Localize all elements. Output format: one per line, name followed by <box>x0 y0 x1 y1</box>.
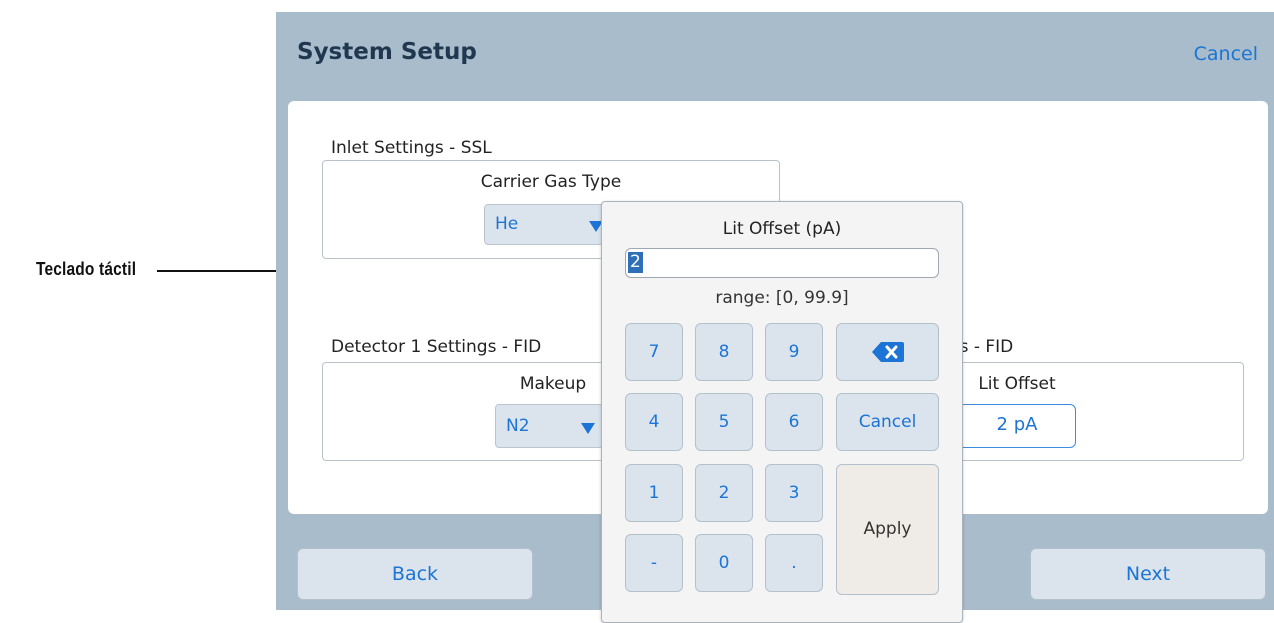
backspace-key[interactable] <box>836 323 939 381</box>
key-8[interactable]: 8 <box>695 323 753 381</box>
key-4[interactable]: 4 <box>625 393 683 451</box>
lit-offset-field[interactable]: 2 pA <box>958 404 1076 448</box>
key-9[interactable]: 9 <box>765 323 823 381</box>
carrier-gas-dropdown[interactable]: He <box>484 204 613 245</box>
makeup-dropdown[interactable]: N2 <box>495 404 605 448</box>
keypad-input-value: 2 <box>628 252 643 273</box>
keypad-cancel-button[interactable]: Cancel <box>836 393 939 451</box>
key-6[interactable]: 6 <box>765 393 823 451</box>
keypad-input[interactable]: 2 <box>625 248 939 278</box>
carrier-gas-label: Carrier Gas Type <box>480 172 622 192</box>
backspace-icon <box>872 342 904 362</box>
key-3[interactable]: 3 <box>765 464 823 522</box>
page-title: System Setup <box>297 39 477 65</box>
key-1[interactable]: 1 <box>625 464 683 522</box>
chevron-down-icon <box>581 423 595 434</box>
apply-button[interactable]: Apply <box>836 464 939 595</box>
keypad-range: range: [0, 99.9] <box>715 288 849 308</box>
carrier-gas-value: He <box>495 214 519 234</box>
key-minus[interactable]: - <box>625 534 683 592</box>
key-2[interactable]: 2 <box>695 464 753 522</box>
makeup-value: N2 <box>506 416 530 436</box>
key-7[interactable]: 7 <box>625 323 683 381</box>
touch-keypad: Lit Offset (pA) 2 range: [0, 99.9] 7 8 9… <box>601 201 963 623</box>
makeup-label: Makeup <box>519 374 587 394</box>
inlet-section-title: Inlet Settings - SSL <box>331 138 492 158</box>
detector1-section-title: Detector 1 Settings - FID <box>331 337 542 357</box>
next-button[interactable]: Next <box>1030 548 1266 600</box>
lit-offset-label: Lit Offset <box>978 374 1056 394</box>
key-5[interactable]: 5 <box>695 393 753 451</box>
header-cancel-link[interactable]: Cancel <box>1194 43 1258 65</box>
back-button[interactable]: Back <box>297 548 533 600</box>
callout-label: Teclado táctil <box>36 259 137 279</box>
keypad-title: Lit Offset (pA) <box>722 219 842 239</box>
key-dot[interactable]: . <box>765 534 823 592</box>
key-0[interactable]: 0 <box>695 534 753 592</box>
